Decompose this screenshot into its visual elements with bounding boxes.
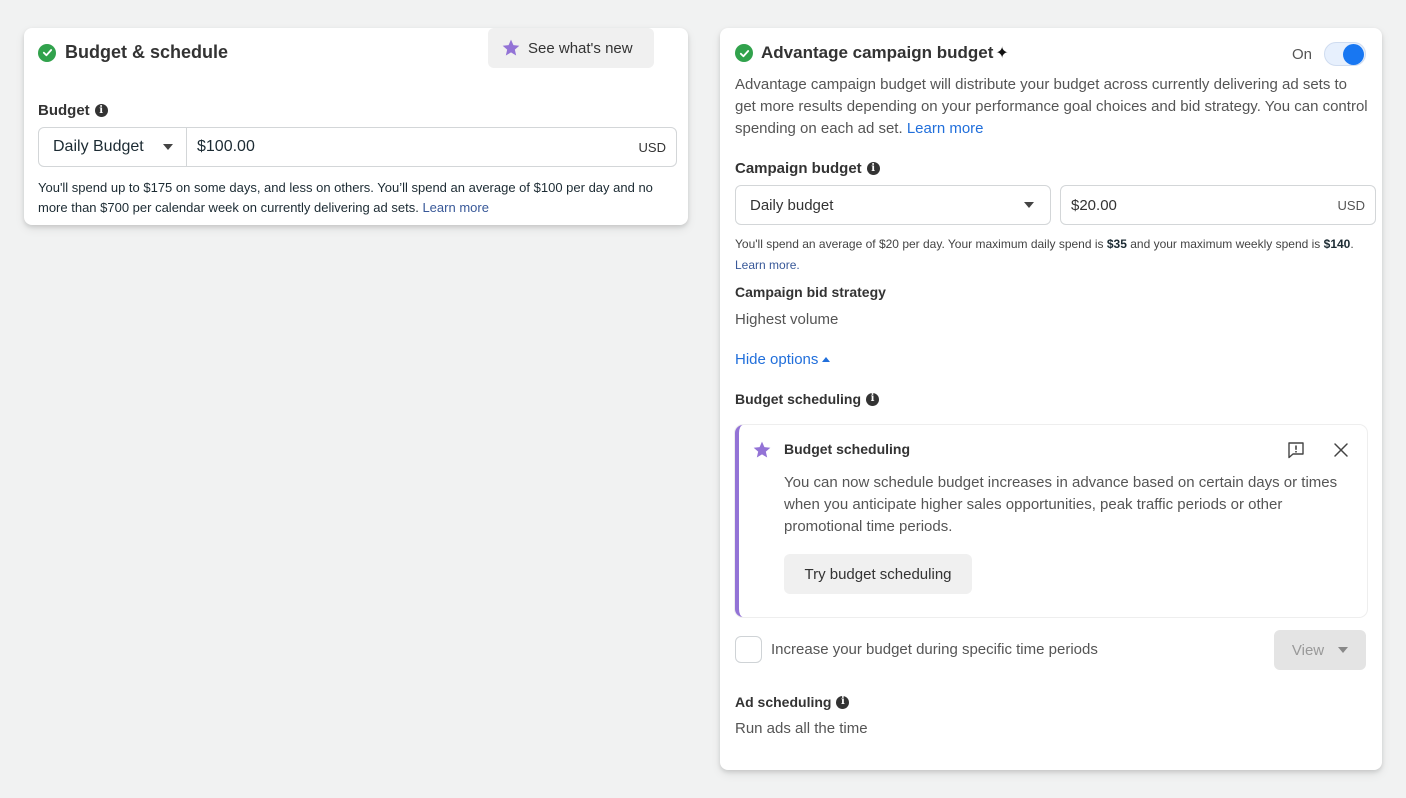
learn-more-link[interactable]: Learn more. (735, 258, 800, 272)
campaign-budget-amount-field: USD (1060, 185, 1376, 225)
budget-label: Budget i (38, 102, 108, 119)
budget-schedule-header: Budget & schedule (38, 42, 228, 63)
view-label: View (1291, 641, 1325, 659)
budget-type-value: Daily Budget (53, 138, 144, 155)
see-whats-new-label: See what's new (528, 39, 633, 57)
budget-type-value: Daily budget (750, 196, 834, 214)
card-title: Advantage campaign budget (761, 43, 994, 62)
ad-scheduling-value: Run ads all the time (735, 720, 868, 737)
campaign-budget-help-text: You'll spend an average of $20 per day. … (735, 234, 1365, 276)
notice-title: Budget scheduling (784, 441, 910, 457)
increase-budget-label: Increase your budget during specific tim… (771, 641, 1098, 658)
caret-up-icon (822, 357, 831, 362)
notice-body: You can now schedule budget increases in… (784, 474, 1338, 535)
campaign-budget-label: Campaign budget i (735, 160, 880, 177)
star-icon (753, 441, 771, 458)
help-text: You'll spend up to $175 on some days, an… (38, 180, 653, 215)
currency-label: USD (638, 139, 666, 155)
try-budget-scheduling-button[interactable]: Try budget scheduling (784, 554, 972, 594)
budget-input-group: Daily Budget USD (38, 127, 677, 167)
advantage-toggle[interactable] (1324, 42, 1366, 66)
learn-more-link[interactable]: Learn more (422, 200, 488, 215)
feedback-icon[interactable] (1287, 441, 1305, 459)
budget-help-text: You'll spend up to $175 on some days, an… (38, 178, 678, 218)
bid-strategy-label: Campaign bid strategy (735, 284, 886, 300)
budget-type-dropdown[interactable]: Daily Budget (39, 128, 187, 166)
learn-more-link[interactable]: Learn more (907, 120, 984, 137)
currency-label: USD (1337, 197, 1365, 213)
bid-strategy-value: Highest volume (735, 311, 839, 328)
advantage-campaign-budget-card: Advantage campaign budget ✦ On Advantage… (720, 28, 1382, 770)
view-dropdown-button[interactable]: View (1274, 630, 1366, 670)
caret-down-icon (1024, 202, 1034, 208)
help-prefix: You'll spend an average of $20 per day. … (735, 237, 1107, 251)
budget-label-text: Budget (38, 102, 90, 119)
check-circle-icon (735, 44, 753, 62)
campaign-budget-type-dropdown[interactable]: Daily budget (735, 185, 1051, 225)
sparkle-icon: ✦ (995, 45, 1009, 62)
info-icon[interactable]: i (836, 695, 850, 709)
caret-down-icon (162, 144, 173, 150)
budget-amount-input[interactable] (197, 138, 639, 156)
max-daily-spend: $35 (1106, 237, 1127, 251)
ad-scheduling-label: Ad scheduling i (735, 694, 850, 710)
help-suffix: . (1350, 237, 1354, 251)
star-icon (502, 39, 520, 56)
max-weekly-spend: $140 (1323, 237, 1351, 251)
hide-options-link[interactable]: Hide options (735, 351, 831, 368)
budget-amount-field: USD (187, 128, 676, 166)
campaign-budget-amount-input[interactable] (1071, 196, 1338, 214)
budget-scheduling-label: Budget scheduling i (735, 391, 879, 407)
advantage-header: Advantage campaign budget ✦ (735, 43, 1009, 63)
see-whats-new-button[interactable]: See what's new (488, 28, 654, 68)
toggle-label: On (1291, 45, 1312, 63)
budget-schedule-card: Budget & schedule See what's new Budget … (24, 28, 688, 225)
budget-scheduling-label-text: Budget scheduling (735, 391, 861, 407)
caret-down-icon (1338, 647, 1349, 653)
close-icon[interactable] (1333, 442, 1349, 458)
hide-options-label: Hide options (735, 351, 819, 368)
info-icon[interactable]: i (94, 104, 108, 117)
help-mid: and your maximum weekly spend is (1126, 237, 1324, 251)
toggle-knob (1343, 44, 1364, 65)
info-icon[interactable]: i (866, 162, 880, 175)
budget-scheduling-notice: Budget scheduling You can now schedule b… (735, 425, 1367, 617)
description-text: Advantage campaign budget will distribut… (735, 76, 1368, 137)
campaign-budget-label-text: Campaign budget (735, 160, 862, 177)
check-circle-icon (38, 43, 56, 62)
increase-budget-row: Increase your budget during specific tim… (735, 636, 1098, 663)
info-icon[interactable]: i (866, 392, 879, 406)
increase-budget-checkbox[interactable] (735, 636, 762, 663)
advantage-toggle-group: On (1292, 42, 1366, 66)
advantage-description: Advantage campaign budget will distribut… (735, 74, 1370, 140)
card-title: Budget & schedule (65, 42, 229, 62)
ad-scheduling-label-text: Ad scheduling (735, 694, 832, 710)
